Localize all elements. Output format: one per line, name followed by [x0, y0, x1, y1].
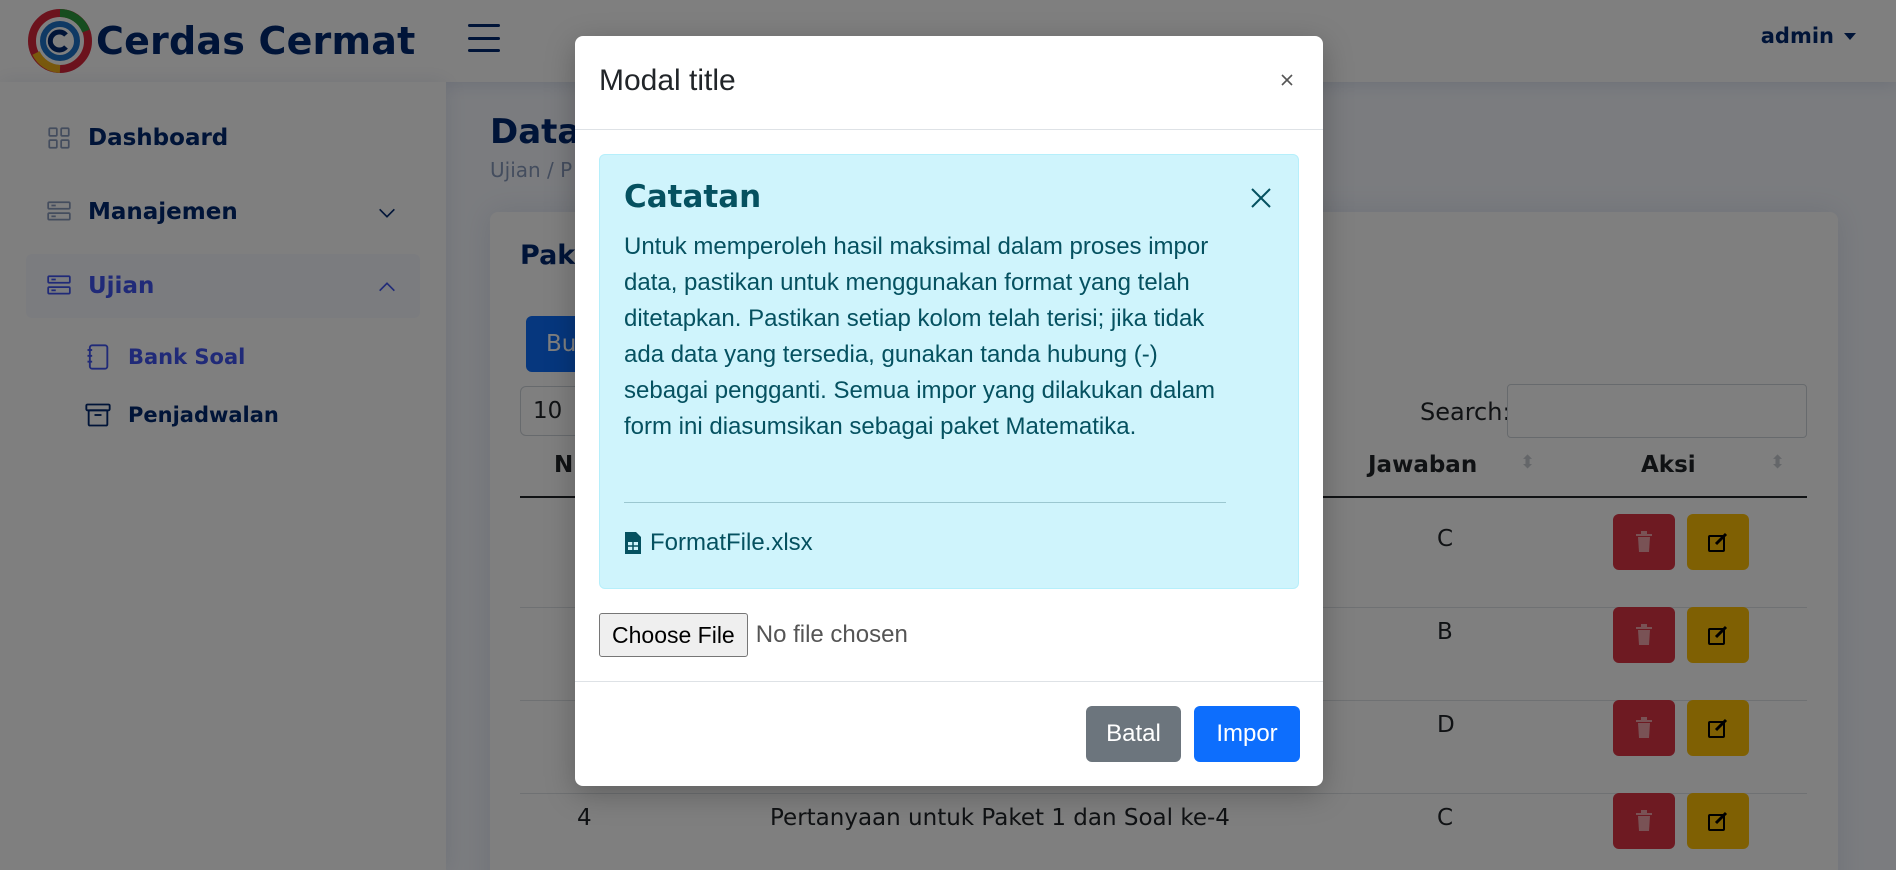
modal-title: Modal title	[599, 64, 736, 97]
modal-header: Modal title	[575, 36, 1323, 130]
close-icon[interactable]	[1250, 187, 1272, 209]
cancel-button[interactable]: Batal	[1086, 706, 1181, 762]
file-input[interactable]: Choose File No file chosen	[599, 613, 908, 657]
alert-divider	[624, 502, 1226, 503]
alert-body: Untuk memperoleh hasil maksimal dalam pr…	[624, 233, 1216, 440]
info-alert: Catatan Untuk memperoleh hasil maksimal …	[599, 154, 1299, 589]
alert-heading: Catatan	[624, 179, 762, 215]
format-file-link[interactable]: FormatFile.xlsx	[624, 529, 813, 557]
import-modal: Modal title Catatan Untuk memperoleh has…	[575, 36, 1323, 786]
modal-footer: Batal Impor	[575, 681, 1323, 786]
import-button[interactable]: Impor	[1194, 706, 1300, 762]
close-icon[interactable]	[1277, 70, 1297, 90]
choose-file-button[interactable]: Choose File	[599, 613, 748, 657]
file-status: No file chosen	[755, 621, 908, 648]
format-file-label: FormatFile.xlsx	[650, 529, 813, 556]
spreadsheet-file-icon	[625, 532, 641, 554]
